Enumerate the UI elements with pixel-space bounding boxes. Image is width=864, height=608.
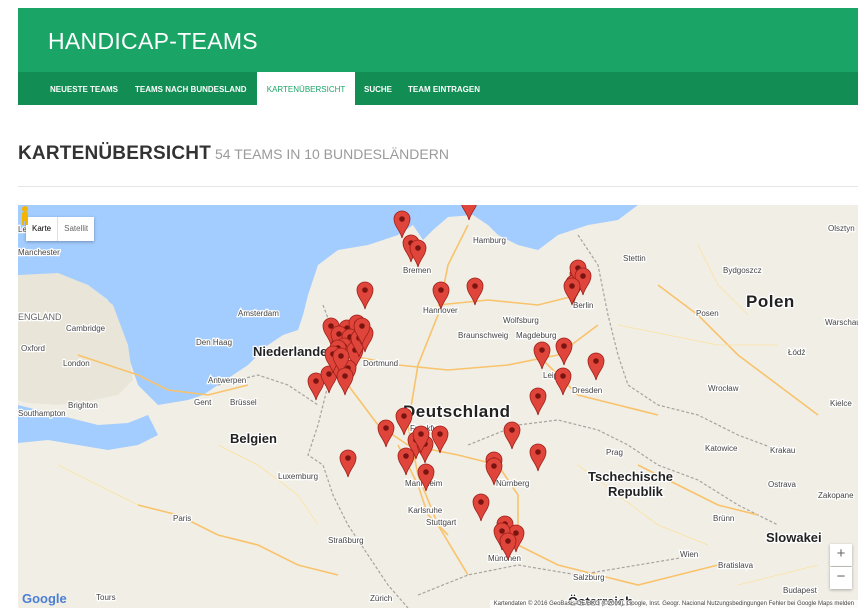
map-label: Berlin xyxy=(573,301,593,310)
map-type-control: Karte Satellit xyxy=(26,217,95,241)
map-label: Łódź xyxy=(788,348,805,357)
map-label: Zürich xyxy=(370,594,392,603)
site-header: HANDICAP-TEAMS NEUESTE TEAMS TEAMS NACH … xyxy=(18,8,858,105)
divider xyxy=(18,186,858,187)
map-label: Brünn xyxy=(713,514,734,523)
site-title[interactable]: HANDICAP-TEAMS xyxy=(48,28,258,55)
map-label: Antwerpen xyxy=(208,376,246,385)
map-label: Belgien xyxy=(230,431,277,446)
main-nav: NEUESTE TEAMS TEAMS NACH BUNDESLAND KART… xyxy=(18,72,858,105)
map-label: Bydgoszcz xyxy=(723,266,762,275)
map-label: Budapest xyxy=(783,586,818,595)
map-label: Posen xyxy=(696,309,719,318)
page-title: KARTENÜBERSICHT xyxy=(18,143,211,164)
zoom-out-button[interactable]: − xyxy=(830,567,852,589)
map-label: Wolfsburg xyxy=(503,316,539,325)
page-heading: KARTENÜBERSICHT 54 TEAMS IN 10 BUNDESLÄND… xyxy=(18,143,449,165)
map-label: Prag xyxy=(606,448,623,457)
map-label: Braunschweig xyxy=(458,331,508,340)
map-label: Brüssel xyxy=(230,398,257,407)
map-label: Wrocław xyxy=(708,384,739,393)
map-label: Stettin xyxy=(623,254,646,263)
map-label: Tours xyxy=(96,593,116,602)
map-label: Bratislava xyxy=(718,561,754,570)
map-label: Wien xyxy=(680,550,698,559)
nav-suche[interactable]: SUCHE xyxy=(364,72,392,105)
map-label: Salzburg xyxy=(573,573,605,582)
map-label: München xyxy=(488,554,521,563)
page-subtitle: 54 TEAMS IN 10 BUNDESLÄNDERN xyxy=(215,146,449,162)
map-label: Stuttgart xyxy=(426,518,457,527)
map-label: Dortmund xyxy=(363,359,398,368)
map-canvas: Hamburg Bremen Stettin Bydgoszcz Olsztyn Pole… xyxy=(18,205,858,608)
map-label: Tschechische xyxy=(588,469,673,484)
map-label: Dresden xyxy=(572,386,602,395)
map-type-satellit[interactable]: Satellit xyxy=(57,217,94,241)
map-label: Katowice xyxy=(705,444,738,453)
zoom-in-button[interactable]: + xyxy=(830,544,852,566)
map-label: Slowakei xyxy=(766,530,822,545)
map-attribution[interactable]: Kartendaten © 2016 GeoBasis-DE/BKG (©200… xyxy=(489,600,858,608)
map-label: Kielce xyxy=(830,399,852,408)
map-label: Gent xyxy=(194,398,212,407)
nav-teams-nach-bundesland[interactable]: TEAMS NACH BUNDESLAND xyxy=(135,72,247,105)
map-label: Hamburg xyxy=(473,236,506,245)
nav-neueste-teams[interactable]: NEUESTE TEAMS xyxy=(50,72,118,105)
nav-team-eintragen[interactable]: TEAM EINTRAGEN xyxy=(408,72,480,105)
map-label: Krakau xyxy=(770,446,795,455)
map-label: London xyxy=(63,359,90,368)
map-label: Karlsruhe xyxy=(408,506,443,515)
map-label: Amsterdam xyxy=(238,309,279,318)
map-label: Warschau xyxy=(825,318,858,327)
map-label: Nürnberg xyxy=(496,479,529,488)
nav-kartenuebersicht[interactable]: KARTENÜBERSICHT xyxy=(257,72,355,105)
map-label: Zakopane xyxy=(818,491,854,500)
map-label: Deutschland xyxy=(403,402,511,421)
map-label: Republik xyxy=(608,484,664,499)
map-label: ENGLAND xyxy=(18,312,62,322)
map-label: Southampton xyxy=(18,409,66,418)
map-label: Magdeburg xyxy=(516,331,556,340)
map-label: Luxemburg xyxy=(278,472,318,481)
map-label: Manchester xyxy=(18,248,60,257)
map-label: Niederlande xyxy=(253,344,327,359)
map-label: Olsztyn xyxy=(828,224,855,233)
pegman-icon[interactable] xyxy=(18,205,32,225)
map-label: Straßburg xyxy=(328,536,364,545)
map-label: Bremen xyxy=(403,266,431,275)
google-logo: Google xyxy=(22,591,67,606)
map-label: Oxford xyxy=(21,344,45,353)
map-label: Paris xyxy=(173,514,191,523)
map-view[interactable]: Hamburg Bremen Stettin Bydgoszcz Olsztyn Pole… xyxy=(18,205,858,608)
map-label: Den Haag xyxy=(196,338,232,347)
map-label: Ostrava xyxy=(768,480,797,489)
map-label: Polen xyxy=(746,292,795,311)
map-label: Cambridge xyxy=(66,324,106,333)
map-label: Brighton xyxy=(68,401,98,410)
